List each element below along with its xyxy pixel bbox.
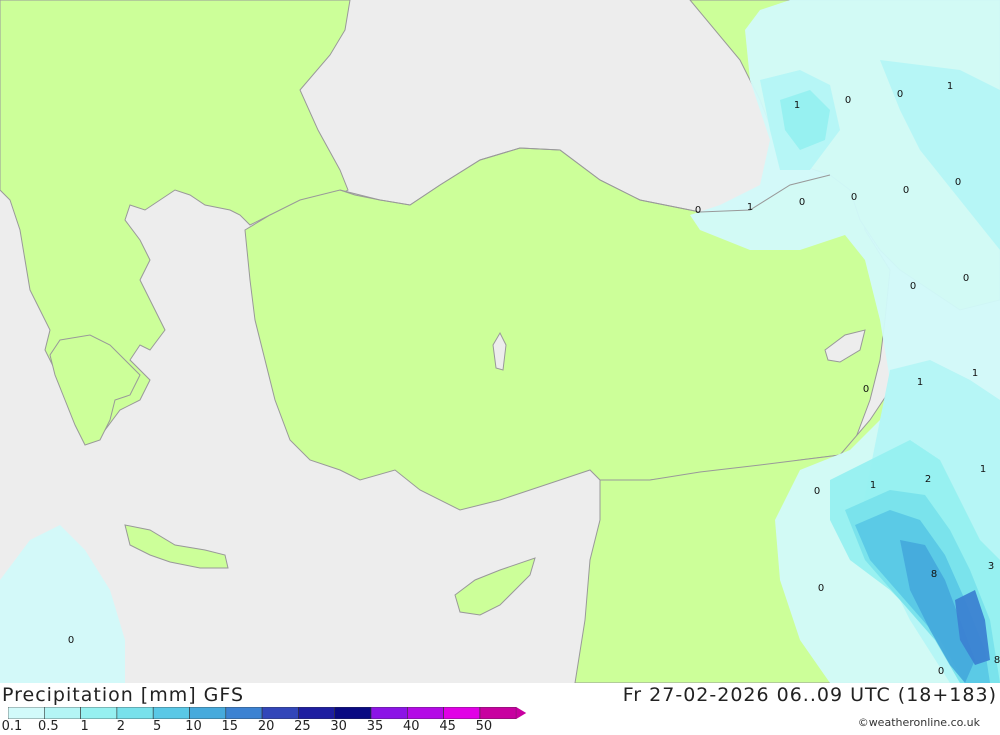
legend-swatch-1: [8, 707, 45, 719]
legend-swatch-13: [443, 707, 481, 719]
contour-value-val-21: 8: [931, 569, 937, 580]
contour-value-val-2: 0: [845, 95, 851, 106]
legend-label-3: 1: [80, 719, 89, 734]
contour-value-val-6: 1: [747, 202, 753, 213]
contour-value-val-1: 1: [794, 100, 800, 111]
contour-value-val-20: 0: [818, 583, 824, 594]
legend-label-14: 50: [475, 719, 493, 734]
contour-value-val-24: 8: [994, 655, 1000, 666]
contour-value-val-23: 0: [938, 666, 944, 677]
contour-value-val-14: 1: [917, 377, 923, 388]
legend-swatch-12: [406, 707, 444, 719]
legend-label-7: 15: [221, 719, 239, 734]
contour-value-val-4: 1: [947, 81, 953, 92]
contour-value-val-19: 1: [980, 464, 986, 475]
legend-swatch-8: [261, 707, 299, 719]
legend-swatch-14: [479, 707, 517, 719]
contour-value-val-22: 3: [988, 561, 994, 572]
legend-swatch-2: [43, 707, 81, 719]
contour-value-val-15: 1: [972, 368, 978, 379]
contour-value-val-16: 0: [814, 486, 820, 497]
contour-value-val-11: 0: [910, 281, 916, 292]
legend-swatch-5: [152, 707, 190, 719]
contour-value-val-18: 2: [925, 474, 931, 485]
contour-value-val-7: 0: [799, 197, 805, 208]
legend-swatch-4: [116, 707, 154, 719]
precipitation-map: 1 0 0 1 0 1 0 0 0 0 0 0 0 1 1 0 1 2 1 0 8 3 0 8 0: [0, 0, 1000, 683]
legend-label-6: 10: [185, 719, 202, 734]
legend-label-4: 2: [116, 719, 126, 734]
legend-swatch-7: [225, 707, 263, 719]
legend-arrow: [516, 707, 527, 719]
legend-swatch-11: [370, 707, 408, 719]
legend-label-9: 25: [294, 719, 311, 734]
legend-label-12: 40: [403, 719, 420, 734]
legend-swatch-3: [80, 707, 118, 719]
contour-value-val-3: 0: [897, 89, 903, 100]
contour-value-val-9: 0: [903, 185, 909, 196]
map-footer: Precipitation [mm] GFS Fr 27-02-2026 06.…: [0, 683, 1000, 734]
map-title: Precipitation [mm] GFS: [2, 684, 245, 706]
contour-value-val-8: 0: [851, 192, 857, 203]
legend-label-13: 45: [439, 719, 456, 734]
legend-swatch-6: [189, 707, 227, 719]
legend-label-10: 30: [330, 719, 347, 734]
valid-time: Fr 27-02-2026 06..09 UTC (18+183): [622, 684, 997, 706]
contour-value-val-17: 1: [870, 480, 876, 491]
contour-value-val-25: 0: [68, 635, 74, 646]
contour-value-val-13: 0: [863, 384, 869, 395]
legend-label-2: 0.5: [37, 719, 59, 734]
legend-label-1: 0.1: [1, 719, 23, 734]
legend-label-8: 20: [257, 719, 275, 734]
credit-link[interactable]: ©weatheronline.co.uk: [858, 716, 980, 729]
contour-value-val-5: 0: [695, 205, 701, 216]
color-legend: [8, 707, 527, 719]
legend-label-5: 5: [153, 719, 162, 734]
contour-value-val-10: 0: [955, 177, 961, 188]
contour-value-val-12: 0: [963, 273, 969, 284]
legend-label-11: 35: [366, 719, 384, 734]
legend-swatch-10: [334, 707, 372, 719]
legend-swatch-9: [298, 707, 335, 719]
